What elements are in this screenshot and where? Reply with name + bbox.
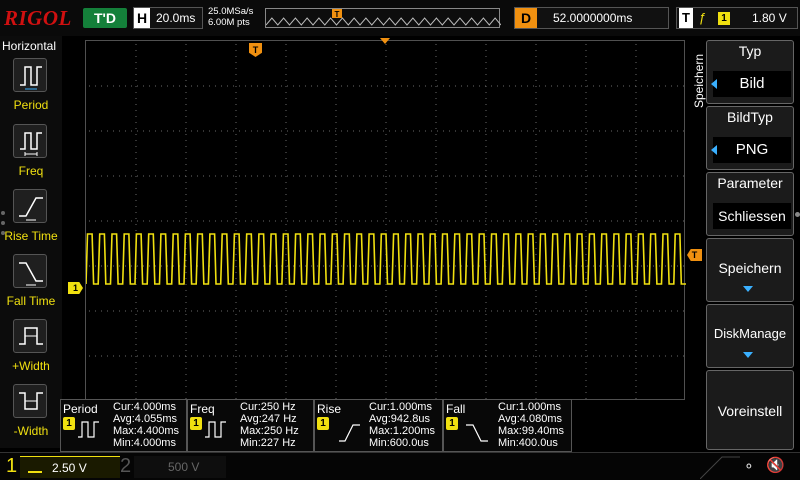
rise-time-icon [13, 189, 47, 223]
measure-period-button[interactable]: Period [0, 58, 62, 122]
result-values: Cur:4.000ms Avg:4.055ms Max:4.400ms Min:4.0… [113, 401, 180, 449]
result-values: Cur:250 Hz Avg:247 Hz Max:250 Hz Min:227 Hz [240, 401, 299, 449]
softkey-title: Typ [738, 43, 762, 59]
measure-pos-width-button[interactable]: +Width [0, 319, 62, 383]
result-name: Freq [190, 402, 215, 416]
result-channel-badge: 1 [190, 417, 202, 430]
trigger-level-value: 1.80 V [752, 11, 787, 25]
result-values: Cur:1.000ms Avg:4.080ms Max:99.40ms Min:400… [498, 401, 565, 449]
softkey-diskmanage[interactable]: DiskManage [706, 304, 794, 368]
ch2-scale: 500 V [168, 460, 200, 474]
trigger-source-badge: 1 [718, 12, 730, 25]
softkey-typ[interactable]: Typ Bild [706, 40, 794, 104]
delay-value: 52.0000000ms [553, 11, 633, 25]
measure-label: Period [13, 98, 49, 112]
measure-neg-width-button[interactable]: -Width [0, 384, 62, 448]
rising-edge-icon: ƒ [699, 10, 707, 25]
result-name: Fall [446, 402, 466, 416]
memory-depth: 6.00M pts [208, 17, 250, 28]
period-icon [13, 58, 47, 92]
speaker-muted-icon[interactable]: 🔇 [766, 456, 785, 474]
softkey-voreinstell[interactable]: Voreinstell [706, 370, 794, 450]
chevron-down-icon [743, 352, 753, 358]
graticule [86, 44, 686, 399]
ch1-number[interactable]: 1 [6, 455, 17, 478]
ch1-scale: 2.50 V [52, 461, 87, 475]
softkey-bildtyp[interactable]: BildTyp PNG [706, 106, 794, 170]
rise-time-icon [339, 424, 360, 442]
result-fall[interactable]: Fall 1 Cur:1.000ms Avg:4.080ms Max:99.40ms… [443, 399, 572, 452]
memory-overview-strip[interactable]: T [265, 8, 501, 28]
memory-trigger-marker: T [335, 10, 340, 19]
delay-tag: D [515, 8, 537, 28]
result-freq[interactable]: Freq 1 Cur:250 Hz Avg:247 Hz Max:250 Hz Min… [187, 399, 314, 452]
channel-bar: 1 2.50 V 2 500 V ⚬ 🔇 [0, 452, 800, 480]
result-name: Period [63, 402, 98, 416]
ch1-offset-marker[interactable]: 1 [68, 282, 83, 294]
measure-rise-time-button[interactable]: Rise Time [0, 189, 62, 253]
screen-center-marker [380, 38, 390, 44]
menu-title: Speichern [692, 53, 706, 109]
softkey-label: DiskManage [713, 326, 787, 341]
fall-time-icon [466, 424, 488, 442]
softkey-value: Schliessen [713, 203, 791, 229]
measure-label: Fall Time [6, 294, 56, 308]
waveform-display[interactable] [85, 40, 686, 400]
ch2-scale-box[interactable]: 500 V [134, 456, 226, 478]
result-channel-badge: 1 [63, 417, 75, 430]
result-period[interactable]: Period 1 Cur:4.000ms Avg:4.055ms Max:4.400… [60, 399, 187, 452]
sample-rate-info: 25.0MSa/s 6.00M pts [208, 6, 253, 28]
ch2-number[interactable]: 2 [120, 455, 131, 478]
delay-box[interactable]: D 52.0000000ms [514, 7, 669, 29]
neg-width-icon [13, 384, 47, 418]
result-rise[interactable]: Rise 1 Cur:1.000ms Avg:942.8us Max:1.200ms… [314, 399, 443, 452]
softkey-parameter[interactable]: Parameter Schliessen [706, 172, 794, 236]
scroll-decoration [700, 456, 740, 479]
sample-rate: 25.0MSa/s [208, 6, 254, 17]
trigger-status-badge: T'D [83, 8, 127, 28]
softkey-value: PNG [713, 137, 791, 163]
freq-icon [205, 421, 226, 438]
softkey-title: Parameter [717, 175, 783, 191]
result-name: Rise [317, 402, 342, 416]
softkey-title: BildTyp [727, 109, 773, 125]
horizontal-tag: H [134, 8, 150, 28]
softkey-label: Speichern [718, 260, 782, 276]
measure-panel: Horizontal Period Freq Rise Time Fall Ti… [0, 36, 62, 448]
horizontal-timebase-box[interactable]: H 20.0ms [133, 7, 203, 29]
top-status-bar: RIGOL T'D H 20.0ms 25.0MSa/s 6.00M pts T… [0, 0, 800, 36]
trigger-level-marker[interactable]: T [687, 249, 702, 261]
dc-coupling-icon [28, 459, 42, 473]
measure-freq-button[interactable]: Freq [0, 124, 62, 188]
measure-fall-time-button[interactable]: Fall Time [0, 254, 62, 318]
measure-label: Rise Time [4, 229, 58, 243]
ch1-scale-box[interactable]: 2.50 V [20, 456, 120, 478]
timebase-value: 20.0ms [156, 11, 196, 25]
measure-panel-title: Horizontal [2, 39, 57, 53]
period-icon [78, 421, 99, 438]
freq-icon [13, 124, 47, 158]
rigol-logo: RIGOL [4, 6, 72, 30]
memory-overview-wave: T [266, 9, 501, 26]
chevron-down-icon [743, 286, 753, 292]
result-channel-badge: 1 [446, 417, 458, 430]
result-values: Cur:1.000ms Avg:942.8us Max:1.200ms Min:600… [369, 401, 436, 449]
result-channel-badge: 1 [317, 417, 329, 430]
measure-label: Freq [18, 164, 44, 178]
softkey-label: Voreinstell [717, 403, 783, 419]
softkey-value: Bild [713, 71, 791, 97]
trigger-tag: T [679, 8, 693, 28]
measure-label: +Width [12, 359, 50, 373]
measure-label: -Width [13, 424, 49, 438]
chevron-left-icon [711, 79, 717, 89]
ch1-waveform [86, 233, 686, 285]
chevron-left-icon [711, 145, 717, 155]
fall-time-icon [13, 254, 47, 288]
pos-width-icon [13, 319, 47, 353]
menu-knob-indicator [795, 212, 800, 217]
trigger-box[interactable]: T ƒ 1 1.80 V [676, 7, 798, 29]
usb-icon: ⚬ [743, 458, 755, 474]
softkey-speichern[interactable]: Speichern [706, 238, 794, 302]
